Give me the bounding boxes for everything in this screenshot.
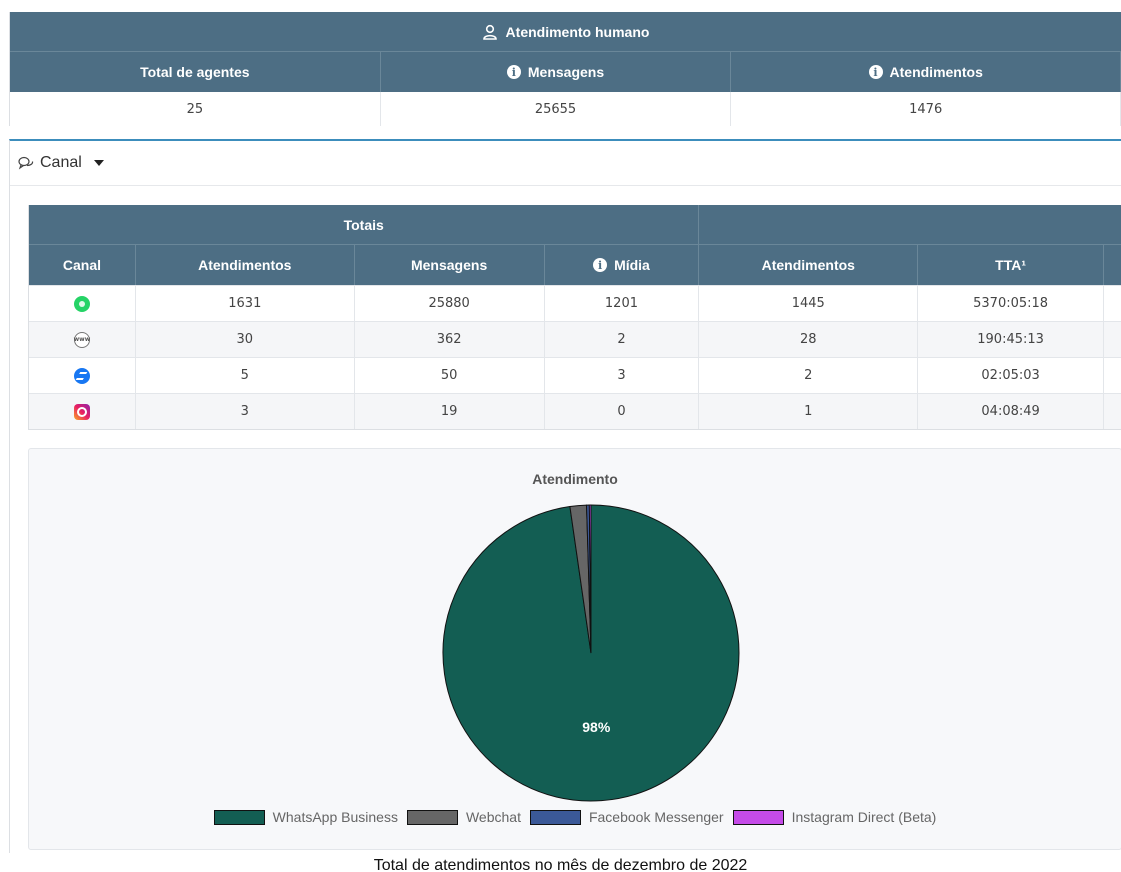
table-cell: 1201	[545, 286, 700, 321]
table-row: www 30 362 2 28 190:45:13	[29, 321, 1121, 357]
table-cell: 3	[545, 358, 700, 393]
legend-item-instagram[interactable]: Instagram Direct (Beta)	[732, 809, 937, 825]
legend-swatch	[406, 809, 458, 825]
table-cell: 02:05:03	[918, 358, 1105, 393]
webchat-icon: www	[74, 331, 90, 348]
table-cell: 2	[699, 358, 919, 393]
header-messages-label: Mensagens	[527, 64, 605, 80]
legend-item-messenger[interactable]: Facebook Messenger	[529, 809, 724, 825]
chart-legend: WhatsApp Business Webchat Facebook Messeng…	[29, 809, 1121, 825]
channel-dropdown[interactable]: Canal	[10, 141, 1121, 186]
table-cell	[1104, 394, 1121, 429]
table-cell: 19	[355, 394, 545, 429]
table-cell: 50	[355, 358, 545, 393]
pie-svg: 98%	[442, 504, 740, 802]
human-service-panel: Atendimento humano Total de agentes i Me…	[9, 12, 1121, 126]
legend-label: Webchat	[465, 809, 521, 825]
table-cell	[1104, 322, 1121, 357]
table-cell: 04:08:49	[918, 394, 1105, 429]
figure-caption: Total de atendimentos no mês de dezembro…	[373, 857, 748, 872]
table-cell: 5	[136, 358, 355, 393]
legend-label: Facebook Messenger	[588, 809, 724, 825]
channel-table-header-row: Canal Atendimentos Mensagens i Mídia Ate…	[29, 245, 1121, 285]
table-cell: 0	[545, 394, 700, 429]
table-cell: 1	[699, 394, 919, 429]
table-cell: 362	[355, 322, 545, 357]
col-human-attendances: Atendimentos	[699, 245, 919, 285]
header-messages: i Mensagens	[381, 52, 732, 92]
col-tta: TTA¹	[918, 245, 1105, 285]
col-attendances: Atendimentos	[136, 245, 355, 285]
table-cell: 30	[136, 322, 355, 357]
messages-value: 25655	[381, 92, 732, 126]
group-human	[699, 205, 1121, 244]
human-service-values-row: 25 25655 1476	[10, 92, 1121, 126]
table-cell: 1631	[136, 286, 355, 321]
channel-table: Totais Canal Atendimentos Mensagens i Mí…	[28, 205, 1121, 430]
col-channel: Canal	[29, 245, 136, 285]
chat-bubbles-icon	[18, 156, 34, 170]
channel-table-body: 1631 25880 1201 1445 5370:05:18 www 30 3…	[29, 285, 1121, 429]
channel-cell	[29, 358, 136, 393]
col-media: i Mídia	[545, 245, 700, 285]
channel-cell	[29, 286, 136, 321]
legend-label: WhatsApp Business	[272, 809, 398, 825]
channel-table-group-row: Totais	[29, 205, 1121, 245]
legend-label: Instagram Direct (Beta)	[791, 809, 937, 825]
channel-card: Canal Totais Canal Atendimentos Mensagen…	[9, 139, 1121, 853]
header-attendances-label: Atendimentos	[889, 64, 983, 80]
info-icon[interactable]: i	[506, 65, 521, 79]
caret-down-icon	[93, 160, 104, 166]
table-cell: 25880	[355, 286, 545, 321]
table-cell: 28	[699, 322, 919, 357]
attendances-value: 1476	[731, 92, 1121, 126]
human-service-title-bar: Atendimento humano	[10, 12, 1121, 52]
pie-data-label: 98%	[582, 719, 611, 735]
col-more	[1104, 245, 1121, 285]
table-cell: 2	[545, 322, 700, 357]
table-cell: 5370:05:18	[918, 286, 1105, 321]
user-icon	[482, 24, 497, 40]
header-attendances: i Atendimentos	[731, 52, 1121, 92]
table-row: 1631 25880 1201 1445 5370:05:18	[29, 285, 1121, 321]
info-icon[interactable]: i	[593, 258, 608, 272]
header-total-agents: Total de agentes	[10, 52, 381, 92]
legend-item-webchat[interactable]: Webchat	[406, 809, 521, 825]
table-cell: 1445	[699, 286, 919, 321]
attendance-pie-chart: Atendimento 98% WhatsApp Business Webchat…	[28, 448, 1121, 850]
info-icon[interactable]: i	[868, 65, 883, 79]
total-agents-value: 25	[10, 92, 381, 126]
table-cell: 3	[136, 394, 355, 429]
messenger-icon	[73, 367, 90, 384]
legend-swatch	[529, 809, 581, 825]
table-cell	[1104, 358, 1121, 393]
legend-item-whatsapp[interactable]: WhatsApp Business	[213, 809, 398, 825]
table-cell: 190:45:13	[918, 322, 1105, 357]
whatsapp-icon	[73, 295, 90, 312]
legend-swatch	[732, 809, 784, 825]
table-row: 5 50 3 2 02:05:03	[29, 357, 1121, 393]
channel-cell	[29, 394, 136, 429]
human-service-header-row: Total de agentes i Mensagens i Atendimen…	[10, 52, 1121, 92]
col-messages: Mensagens	[355, 245, 545, 285]
human-service-title: Atendimento humano	[505, 23, 650, 40]
channel-cell: www	[29, 322, 136, 357]
col-media-label: Mídia	[614, 257, 650, 273]
legend-swatch	[213, 809, 265, 825]
channel-dropdown-label: Canal	[40, 154, 82, 171]
table-row: 3 19 0 1 04:08:49	[29, 393, 1121, 429]
group-totals: Totais	[29, 205, 700, 244]
instagram-icon	[73, 403, 90, 420]
table-cell	[1104, 286, 1121, 321]
header-total-agents-label: Total de agentes	[140, 64, 250, 80]
